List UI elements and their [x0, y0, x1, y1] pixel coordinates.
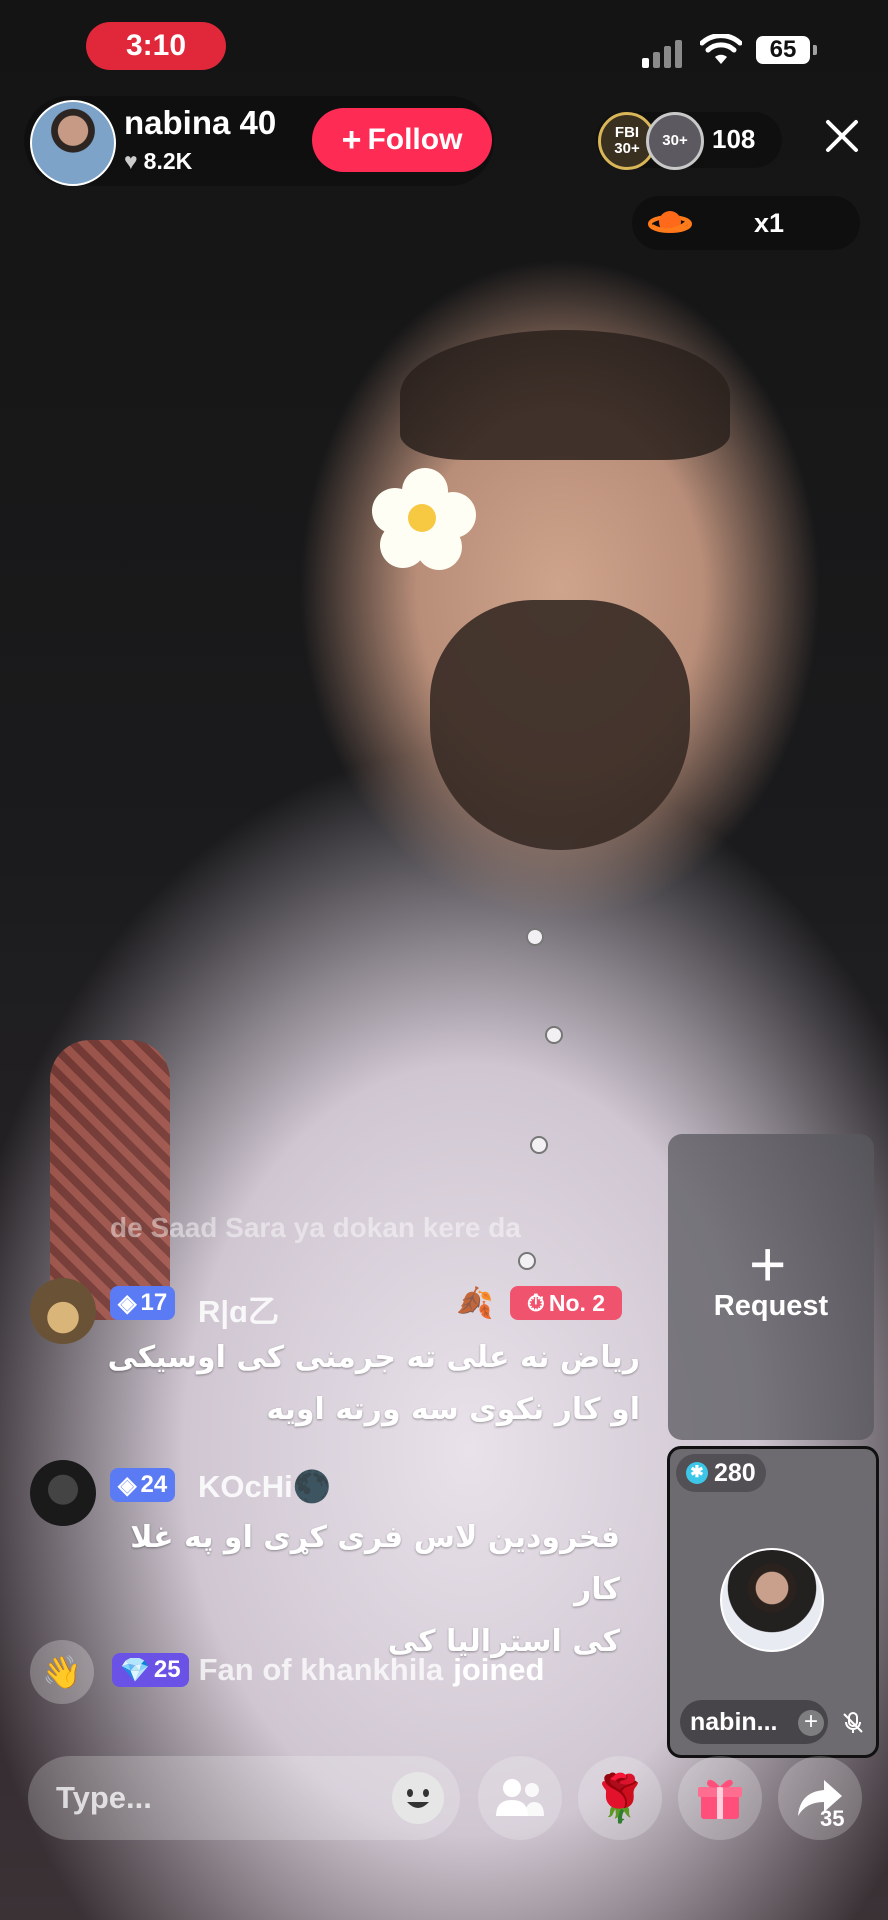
chat-username[interactable]: R|ɑ乙 [198, 1286, 279, 1331]
add-guest-icon[interactable]: + [798, 1710, 824, 1736]
gem-icon: 💎 [120, 1656, 150, 1684]
chat-faded-message: de Saad Sara ya dokan kere da [110, 1212, 521, 1243]
rose-icon: 🌹 [591, 1771, 649, 1824]
joined-label: joined [453, 1652, 545, 1687]
shirt-button [545, 1026, 563, 1044]
guests-icon [496, 1779, 544, 1816]
chat-message-line: ریاض نه علی ته جرمنی کی اوسیکی [107, 1340, 640, 1375]
host-name[interactable]: nabina 40 [124, 104, 276, 142]
chat-user-avatar[interactable] [30, 1278, 96, 1344]
shirt-button [530, 1136, 548, 1154]
host-likes: ♥ 8.2K [124, 148, 192, 175]
status-time: 3:10 [86, 22, 226, 70]
cellular-signal-icon [642, 40, 682, 68]
multi-guest-button[interactable] [478, 1756, 562, 1840]
chat-username[interactable]: KOcHi🌑 [198, 1468, 331, 1505]
flower-effect-icon [363, 458, 485, 574]
battery-indicator: 65 [756, 36, 817, 64]
comment-placeholder[interactable]: Type... [56, 1780, 152, 1816]
chat-message-line: فخرودین لاس فری کړی او په غلا کار [130, 1520, 620, 1607]
mic-muted-icon[interactable] [840, 1710, 866, 1736]
shirt-button [518, 1252, 536, 1270]
joined-username[interactable]: Fan of khankhila [199, 1652, 444, 1688]
star-coin-icon: ✱ [686, 1462, 708, 1484]
video-hair-shape [400, 330, 730, 460]
leaf-icon: 🍂 [456, 1287, 494, 1320]
level-number: 17 [140, 1289, 168, 1316]
plus-icon: + [341, 120, 362, 159]
request-label: Request [713, 1290, 829, 1322]
close-icon[interactable] [822, 116, 862, 156]
heart-icon: ♥ [124, 148, 138, 174]
guest-name: nabin... [690, 1708, 778, 1736]
medal-icon: ⏱ [526, 1289, 545, 1316]
level-badge: ◈ 17 [110, 1286, 176, 1320]
viewer-count[interactable]: 108 [712, 124, 755, 155]
guest-score-badge: ✱ 280 [676, 1454, 766, 1492]
diamond-icon: ◈ [118, 1471, 137, 1499]
plus-icon: + [749, 1228, 787, 1300]
follow-label: Follow [367, 123, 463, 156]
gift-multiplier: x1 [754, 208, 785, 238]
likes-count: 8.2K [143, 148, 193, 174]
gift-button[interactable] [678, 1756, 762, 1840]
chat-message-text: ریاض نه علی ته جرمنی کی اوسیکی او کار نک… [100, 1332, 640, 1436]
shirt-button [526, 928, 544, 946]
emoji-icon[interactable] [392, 1772, 444, 1824]
chat-message-line: او کار نکوی سه ورته اویه [266, 1392, 640, 1427]
diamond-icon: ◈ [118, 1289, 137, 1317]
rank-badge: ⏱ No. 2 [510, 1286, 622, 1320]
guest-score: 280 [714, 1458, 756, 1487]
top-viewer-avatar[interactable]: 30+ [646, 112, 704, 170]
join-notification: 💎 25 Fan of khankhila joined [112, 1652, 544, 1688]
rank-label: No. 2 [548, 1289, 606, 1316]
planet-icon [648, 211, 692, 233]
guest-avatar[interactable] [720, 1548, 824, 1652]
share-count: 35 [820, 1806, 845, 1831]
viewer-badge-top: FBI [614, 124, 640, 141]
wifi-icon [700, 34, 742, 64]
level-badge: ◈ 24 [110, 1468, 176, 1502]
gift-icon [698, 1779, 742, 1819]
viewer-badge-level: 30+ [662, 132, 688, 149]
chat-message-text: فخرودین لاس فری کړی او په غلا کار کی است… [100, 1512, 620, 1668]
level-number: 24 [140, 1471, 168, 1498]
wave-hand-icon[interactable]: 👋 [30, 1640, 94, 1704]
host-avatar[interactable] [30, 100, 116, 186]
level-badge: 💎 25 [112, 1653, 189, 1687]
level-number: 25 [153, 1656, 181, 1683]
viewer-badge-level: 30+ [614, 140, 640, 157]
video-beard-shape [430, 600, 690, 850]
rose-gift-button[interactable]: 🌹 [578, 1756, 662, 1840]
follow-button[interactable]: + Follow [312, 108, 492, 172]
chat-user-avatar[interactable] [30, 1460, 96, 1526]
